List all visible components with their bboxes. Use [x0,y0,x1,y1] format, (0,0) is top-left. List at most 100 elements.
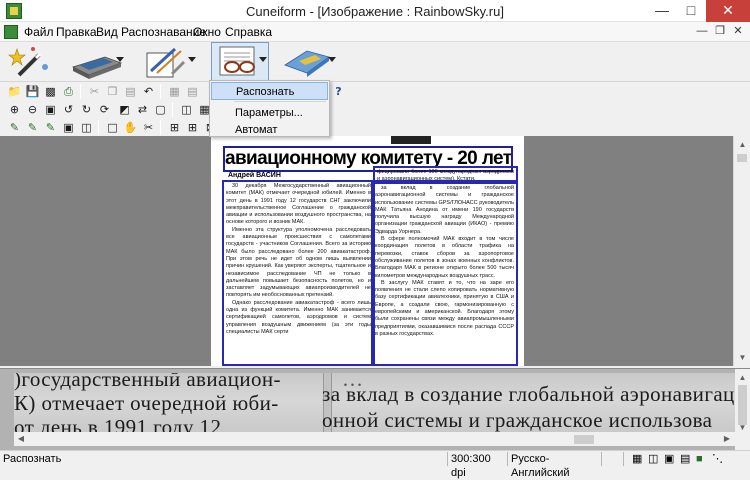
columns-icon: ◫ [648,453,659,465]
file-toolbar: 📁 💾 ▩ ⎙ ✂ ❐ ▤ ↶ ▦ ▤ ? [0,82,750,101]
minimize-button[interactable]: — [648,0,676,22]
status-text: Распознать [3,453,62,465]
view-toolbar: ⊕ ⊖ ▣ ↺ ↻ ⟳ ◩ ⇄ ▢ ◫ ▦ [0,100,750,119]
recognize-button[interactable] [211,42,269,82]
scissors-icon[interactable]: ✂ [140,119,157,136]
menu-window[interactable]: Окно [193,25,221,39]
text-block-left[interactable]: 30 декабря Межгосударственный авиационны… [222,180,375,366]
scroll-thumb[interactable] [574,435,594,444]
text-block-right[interactable]: за вклад в создание глобальной аэронавиг… [371,182,518,366]
recognize-dropdown-menu: Распознать Параметры... Автомат [209,80,330,137]
status-icons: ▦ ◫ ▣ ▤ ■ ⋱ [623,452,750,466]
paragraph: Однако расследование авиакатастроф - все… [226,299,371,335]
mdi-minimize-button[interactable]: — [694,24,710,39]
help-icon[interactable]: ? [330,83,347,100]
paragraph: фицировали более 100 международных аэрод… [377,169,514,182]
scan-button[interactable] [68,42,126,82]
fit-width-icon[interactable]: ▣ [42,101,59,118]
scanner-icon [71,56,123,79]
paragraph: В сфере полномочий МАК входит в том числ… [375,236,514,279]
rotate-180-icon[interactable]: ⟳ [96,101,113,118]
close-button[interactable]: ✕ [706,0,750,22]
paragraph: Именно эта структура уполномочена рассле… [226,226,371,299]
status-empty-cell [601,452,621,466]
layout-toolbar: ✎ ✎ ✎ ▣ ◫ □ ✋ ✂ ⊞ ⊞ ⊠ ▦ [0,118,750,137]
merge-frames-icon[interactable]: ◫ [78,119,95,136]
mdi-restore-button[interactable]: ❐ [712,24,728,39]
scroll-up-arrow-icon[interactable]: ▲ [735,369,750,386]
preview-line: )государственный авиацион- [14,373,281,391]
resize-grip-icon[interactable]: ⋱ [712,452,723,466]
paste-icon[interactable]: ▤ [122,83,139,100]
scroll-down-arrow-icon[interactable]: ▼ [734,349,750,366]
menu-bar: Файл Правка Вид Распознавание Окно Справ… [0,22,750,42]
rotate-right-icon[interactable]: ↻ [78,101,95,118]
menu-item-parameters[interactable]: Параметры... [211,104,328,122]
scroll-left-arrow-icon[interactable]: ◀ [14,430,28,447]
select-frame-icon[interactable]: ▣ [60,119,77,136]
select-table-icon[interactable]: ✎ [24,119,41,136]
zoom-in-icon[interactable]: ⊕ [6,101,23,118]
undo-icon[interactable]: ↶ [140,83,157,100]
drawing-tools-icon [146,47,185,78]
select-picture-icon[interactable]: ✎ [42,119,59,136]
open-folder-icon[interactable]: 📁 [6,83,23,100]
headline-fragment [391,136,431,144]
grid-icon: ▦ [632,453,643,465]
menu-view[interactable]: Вид [96,25,118,39]
rotate-left-icon[interactable]: ↺ [60,101,77,118]
split-cell-icon[interactable]: ⊞ [184,119,201,136]
scroll-thumb[interactable] [737,154,747,162]
menu-item-auto[interactable]: Автомат [211,121,328,139]
menu-file[interactable]: Файл [24,25,54,39]
table-rows-icon[interactable]: ▤ [184,83,201,100]
text-icon: ▤ [680,453,691,465]
scroll-up-arrow-icon[interactable]: ▲ [734,136,750,153]
image-vertical-scrollbar[interactable]: ▲ ▼ [733,136,750,366]
open-image-button[interactable] [140,42,198,82]
title-bar: Cuneiform - [Изображение : RainbowSky.ru… [0,0,750,22]
menu-item-recognize[interactable]: Распознать [211,82,328,100]
scanned-page[interactable]: авиационному комитету - 20 лет! Андрей В… [211,136,524,366]
text-block-right-top[interactable]: фицировали более 100 международных аэрод… [373,166,518,182]
cut-icon[interactable]: ✂ [86,83,103,100]
layout-icon: ▣ [664,453,675,465]
preview-horizontal-scrollbar[interactable]: ◀ ▶ [14,432,735,446]
save-output-button[interactable] [280,42,338,82]
paragraph: 30 декабря Межгосударственный авиационны… [226,183,371,226]
print-icon[interactable]: ⎙ [60,83,77,100]
magic-wand-icon [8,47,48,77]
preview-line: онной системы и гражданское использова [322,408,713,432]
scroll-down-arrow-icon[interactable]: ▼ [735,419,750,436]
wizard-button[interactable] [4,42,62,82]
language-indicator: Русско-Английский [507,452,599,479]
orientation-icon[interactable]: ⇄ [134,101,151,118]
main-toolbar [0,42,750,82]
menu-edit[interactable]: Правка [56,25,97,39]
hand-icon[interactable]: ✋ [122,119,139,136]
scroll-right-arrow-icon[interactable]: ▶ [720,430,734,447]
maximize-button[interactable]: □ [677,0,705,22]
preview-line: К) отмечает очередной юби- [14,391,279,415]
export-arrow-icon [284,50,330,77]
save-icon[interactable]: 💾 [24,83,41,100]
glasses-document-icon [219,46,255,76]
table-icon[interactable]: ▦ [166,83,183,100]
zoom-out-icon[interactable]: ⊖ [24,101,41,118]
copy-icon[interactable]: ❐ [104,83,121,100]
paragraph: за вклад в создание глобальной аэронавиг… [375,185,514,235]
scan-small-icon[interactable]: ▩ [42,83,59,100]
select-text-icon[interactable]: ✎ [6,119,23,136]
layout-icon[interactable]: ◩ [116,101,133,118]
add-column-icon[interactable]: ⊞ [166,119,183,136]
mdi-close-button[interactable]: ✕ [730,24,746,39]
select-area-icon[interactable]: □ [104,119,121,136]
document-icon[interactable] [4,25,18,39]
dpi-indicator: 300:300 dpi [447,452,505,479]
columns-icon[interactable]: ◫ [178,101,195,118]
preview-vertical-scrollbar[interactable]: ▲ ▼ [735,369,750,450]
paragraph: В заслугу МАК ставят и то, что на заре е… [375,279,514,337]
menu-help[interactable]: Справка [225,25,272,39]
window-title: Cuneiform - [Изображение : RainbowSky.ru… [246,4,504,19]
page-icon[interactable]: ▢ [152,101,169,118]
